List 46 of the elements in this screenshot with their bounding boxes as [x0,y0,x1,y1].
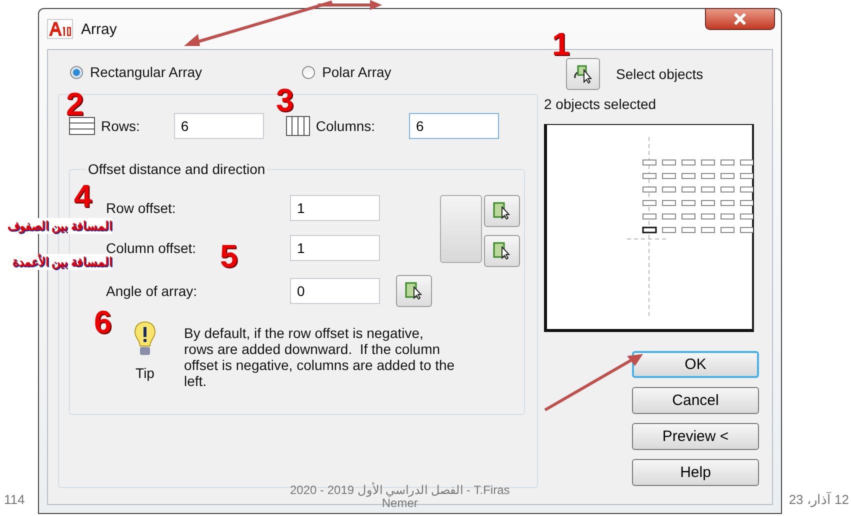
rows-icon [69,117,95,135]
radio-option[interactable]: Polar Array [302,64,392,80]
pick-button[interactable] [396,275,432,307]
pick-icon [493,202,511,220]
annotation-number: 5 [220,240,238,272]
field-label: Angle of array: [106,283,198,299]
offset-input[interactable]: 0 [290,278,380,304]
pick-button[interactable] [484,235,520,267]
annotation-number: 6 [94,306,112,338]
pick-icon [493,242,511,260]
tip-text: By default, if the row offset is negative, rows are added downward. If the column offset is negative, columns are added to the left. [184,325,456,389]
select-objects-button[interactable] [566,58,600,90]
selection-status: 2 objects selected [544,96,658,112]
rows-input[interactable]: 6 [174,113,264,139]
dialog-button[interactable]: Preview < [632,423,759,450]
radio-option[interactable]: Rectangular Array [70,64,202,80]
footer-text: الفصل الدراسي الأول 2019 - 2020 - T.Firas [290,484,510,497]
annotation-number: 1 [552,28,570,60]
rows-label: Rows: [101,118,140,134]
lightbulb-icon [134,321,156,357]
pick-button[interactable] [484,195,520,227]
pick-icon [405,282,423,300]
app-icon [47,19,73,39]
page-number: 114 [4,492,25,507]
annotation-number: 3 [276,84,294,116]
field-label: Column offset: [106,240,198,256]
field-label: Row offset: [106,200,177,216]
offset-input[interactable]: 1 [290,235,380,261]
tip-label: Tip [136,365,154,381]
dialog-button[interactable]: Cancel [632,387,759,414]
close-icon [733,13,747,25]
select-objects-label: Select objects [616,66,704,82]
slide-date: 12 آذار، 23 [788,492,849,507]
columns-input[interactable]: 6 [409,113,500,139]
annotation-number: 4 [74,180,92,212]
group-title: Offset distance and direction [87,161,266,177]
columns-icon [286,116,310,136]
annotation-number: 2 [66,88,84,120]
offset-input[interactable]: 1 [290,195,380,221]
close-button[interactable] [705,8,775,30]
columns-label: Columns: [316,118,376,134]
dialog-button[interactable]: Help [632,459,759,486]
dialog-button[interactable]: OK [632,351,759,378]
footer-text: Nemer [382,497,418,510]
window-title: Array [81,20,117,38]
select-objects-icon [572,64,594,84]
